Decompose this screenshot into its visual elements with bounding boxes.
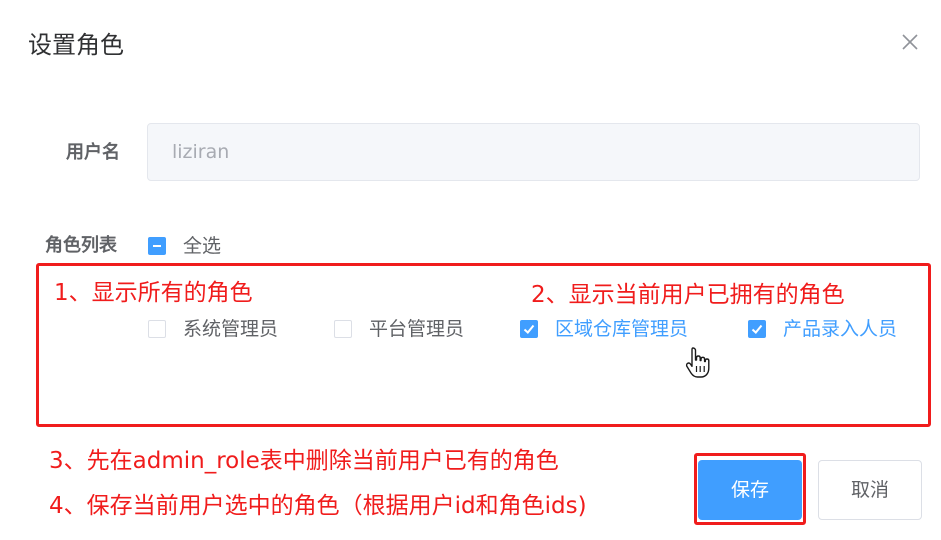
username-label: 用户名 <box>66 142 120 163</box>
select-all-checkbox[interactable] <box>148 237 166 255</box>
username-input[interactable]: liziran <box>147 123 920 181</box>
annotation-note-4: 4、保存当前用户选中的角色（根据用户id和角色ids) <box>49 493 587 519</box>
annotation-note-2: 2、显示当前用户已拥有的角色 <box>531 282 845 308</box>
select-all-label[interactable]: 全选 <box>183 234 221 258</box>
minus-icon <box>153 245 161 247</box>
dialog-title: 设置角色 <box>28 31 124 59</box>
annotation-note-3: 3、先在admin_role表中删除当前用户已有的角色 <box>49 448 559 474</box>
save-button[interactable]: 保存 <box>698 460 802 520</box>
close-icon[interactable] <box>900 32 920 52</box>
annotation-note-1: 1、显示所有的角色 <box>54 280 253 306</box>
cancel-button[interactable]: 取消 <box>818 460 922 520</box>
roles-label: 角色列表 <box>45 235 117 256</box>
